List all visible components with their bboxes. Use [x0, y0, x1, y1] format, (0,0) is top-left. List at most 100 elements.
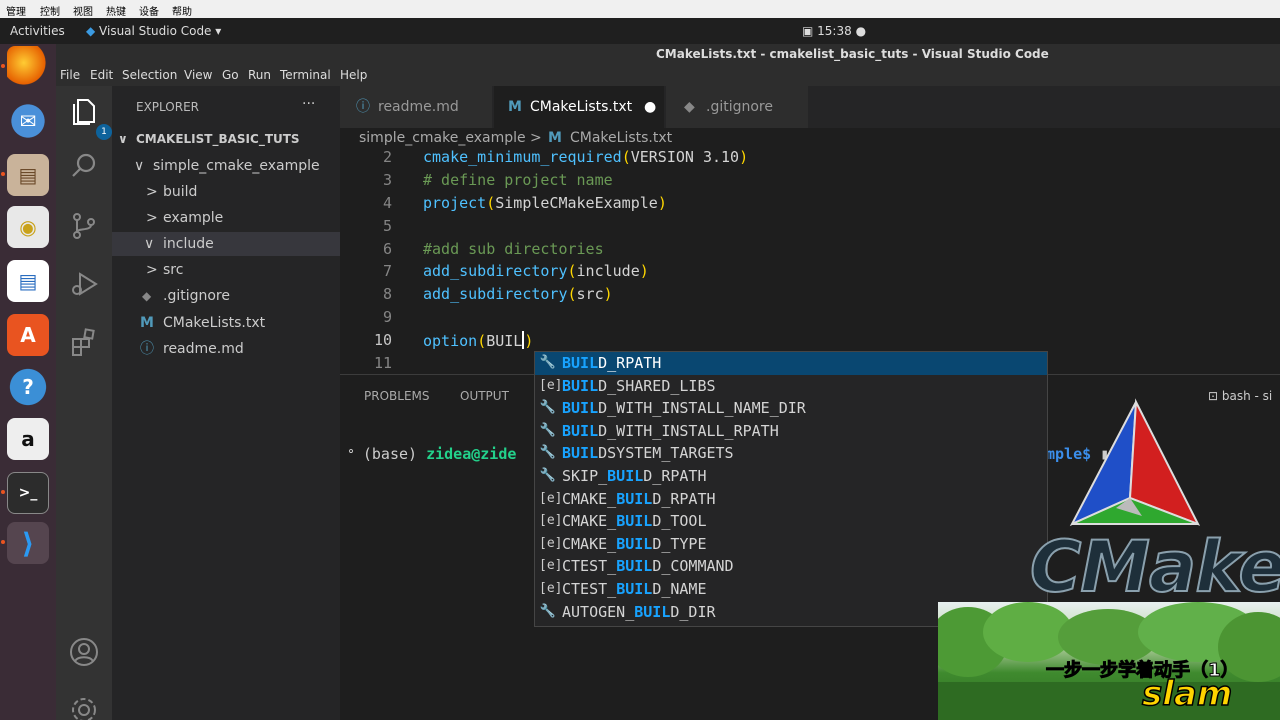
tab-label: CMakeLists.txt — [530, 99, 633, 115]
activity-bar: 1 — [56, 86, 112, 720]
gitignore-file-icon: ◆ — [142, 289, 152, 303]
tab-readme[interactable]: ⓘ readme.md — [340, 86, 492, 128]
tab-gitignore[interactable]: ◆ .gitignore — [666, 86, 808, 128]
tree-item-label: src — [163, 262, 184, 278]
suggestion-item[interactable]: 🔧 BUILD_WITH_INSTALL_NAME_DIR — [535, 397, 1047, 420]
software-center-icon[interactable]: A — [7, 314, 49, 356]
breadcrumb-file[interactable]: CMakeLists.txt — [570, 130, 672, 146]
wrench-icon: 🔧 — [539, 422, 557, 438]
suggestion-label: CTEST_BUILD_COMMAND — [562, 557, 734, 576]
unsaved-dot-icon[interactable]: ● — [644, 86, 656, 128]
vscode-icon[interactable]: ⟩ — [7, 522, 49, 564]
more-actions-icon[interactable]: ··· — [302, 96, 315, 112]
menu-help[interactable]: Help — [340, 68, 367, 82]
help-icon[interactable]: ? — [7, 366, 49, 408]
suggestion-item[interactable]: 🔧 BUILD_RPATH — [535, 352, 1047, 375]
ubuntu-top-bar: Activities ◆ Visual Studio Code ▾ ▣ 15:3… — [0, 18, 1280, 44]
tab-output[interactable]: OUTPUT — [460, 389, 509, 403]
suggestion-item[interactable]: 🔧 SKIP_BUILD_RPATH — [535, 465, 1047, 488]
suggestion-item[interactable]: [e] BUILD_SHARED_LIBS — [535, 375, 1047, 398]
extensions-icon[interactable] — [68, 326, 100, 358]
cmake-file-icon: M — [548, 130, 562, 146]
amazon-icon[interactable]: a — [7, 418, 49, 460]
wrench-icon: 🔧 — [539, 603, 557, 619]
files-icon[interactable]: ▤ — [7, 154, 49, 196]
workspace-root[interactable]: ∨ CMAKELIST_BASIC_TUTS — [112, 127, 340, 151]
clock-time: 15:38 — [817, 24, 852, 38]
tree-folder-src[interactable]: > src — [112, 258, 340, 282]
line-number: 2 — [382, 150, 392, 166]
suggestion-label: BUILD_SHARED_LIBS — [562, 376, 716, 395]
menu-edit[interactable]: Edit — [90, 68, 113, 82]
code-line: project(SimpleCMakeExample) — [423, 194, 667, 212]
tree-file-cmakelists[interactable]: M CMakeLists.txt — [112, 311, 340, 335]
suggestion-item[interactable]: 🔧 BUILDSYSTEM_TARGETS — [535, 442, 1047, 465]
suggestion-item[interactable]: [e] CMAKE_BUILD_TYPE — [535, 533, 1047, 556]
window-title: CMakeLists.txt - cmakelist_basic_tuts - … — [656, 47, 1049, 61]
launcher-dock: ✉ ▤ ◉ ▤ A ? a >_ ⟩ — [0, 44, 56, 720]
suggestion-item[interactable]: 🔧 BUILD_WITH_INSTALL_RPATH — [535, 420, 1047, 443]
host-menu-item[interactable]: 帮助 — [172, 3, 192, 18]
code-editor[interactable]: 2 3 4 5 6 7 8 9 10 11 cmake_minimum_requ… — [340, 150, 1280, 374]
tree-folder-example[interactable]: > example — [112, 206, 340, 230]
menu-terminal[interactable]: Terminal — [280, 68, 331, 82]
host-menu-item[interactable]: 视图 — [73, 3, 93, 18]
tab-cmakelists[interactable]: M CMakeLists.txt ● — [494, 86, 664, 128]
tree-item-label: example — [163, 210, 224, 226]
terminal-prompt[interactable]: ᐤ (base) zidea@zide — [348, 445, 516, 463]
host-menu-item[interactable]: 管理 — [6, 3, 26, 18]
source-control-icon[interactable] — [68, 210, 100, 242]
run-debug-icon[interactable] — [68, 268, 100, 300]
chevron-right-icon: > — [146, 210, 158, 226]
tree-item-label: build — [163, 184, 198, 200]
cmake-wordmark: CMake — [1029, 525, 1280, 609]
firefox-icon[interactable] — [7, 46, 49, 88]
code-line: add_subdirectory(src) — [423, 285, 613, 303]
code-line: #add sub directories — [423, 240, 604, 258]
breadcrumb-folder[interactable]: simple_cmake_example — [359, 130, 526, 146]
thunderbird-icon[interactable]: ✉ — [7, 100, 49, 142]
suggestion-widget: 🔧 BUILD_RPATH [e] BUILD_SHARED_LIBS 🔧 BUILD_W… — [534, 351, 1048, 627]
search-icon[interactable] — [68, 150, 100, 182]
tree-file-gitignore[interactable]: ◆ .gitignore — [112, 284, 340, 308]
tab-problems[interactable]: PROBLEMS — [364, 389, 430, 403]
tree-folder-include[interactable]: ∨ include — [112, 232, 340, 256]
menu-selection[interactable]: Selection — [122, 68, 177, 82]
host-menu-item[interactable]: 控制 — [40, 3, 60, 18]
suggestion-item[interactable]: [e] CTEST_BUILD_COMMAND — [535, 555, 1047, 578]
suggestion-item[interactable]: [e] CTEST_BUILD_NAME — [535, 578, 1047, 601]
settings-gear-icon[interactable] — [68, 694, 100, 720]
libreoffice-writer-icon[interactable]: ▤ — [7, 260, 49, 302]
activities-button[interactable]: Activities — [10, 24, 65, 38]
chevron-down-icon: ∨ — [134, 158, 145, 174]
line-number: 7 — [382, 262, 392, 280]
account-icon[interactable] — [68, 636, 100, 668]
explorer-icon[interactable]: 1 — [68, 96, 112, 140]
host-menu-item[interactable]: 热键 — [106, 3, 126, 18]
suggestion-item[interactable]: [e] CMAKE_BUILD_TOOL — [535, 510, 1047, 533]
variable-icon: [e] — [539, 490, 563, 506]
rhythmbox-icon[interactable]: ◉ — [7, 206, 49, 248]
app-menu-button[interactable]: ◆ Visual Studio Code ▾ — [86, 24, 221, 38]
menu-file[interactable]: File — [60, 68, 80, 82]
explorer-sidebar: EXPLORER ··· ∨ CMAKELIST_BASIC_TUTS ∨ si… — [112, 86, 340, 720]
tree-file-readme[interactable]: ⓘ readme.md — [112, 337, 340, 361]
line-number: 6 — [382, 240, 392, 258]
variable-icon: [e] — [539, 377, 563, 393]
tree-folder-build[interactable]: > build — [112, 180, 340, 204]
chevron-right-icon: > — [146, 262, 158, 278]
menu-run[interactable]: Run — [248, 68, 271, 82]
host-menu-item[interactable]: 设备 — [139, 3, 159, 18]
vscode-icon: ◆ — [86, 24, 100, 38]
suggestion-item[interactable]: [e] CMAKE_BUILD_RPATH — [535, 488, 1047, 511]
variable-icon: [e] — [539, 558, 563, 574]
menu-view[interactable]: View — [184, 68, 212, 82]
app-menu-label: Visual Studio Code ▾ — [99, 24, 222, 38]
running-indicator — [1, 64, 5, 68]
terminal-icon[interactable]: >_ — [7, 472, 49, 514]
tree-item-label: .gitignore — [163, 288, 230, 304]
clock[interactable]: ▣ 15:38 ● — [802, 24, 866, 38]
menu-go[interactable]: Go — [222, 68, 239, 82]
tree-folder-simple-cmake-example[interactable]: ∨ simple_cmake_example — [112, 154, 340, 178]
wrench-icon: 🔧 — [539, 468, 557, 483]
